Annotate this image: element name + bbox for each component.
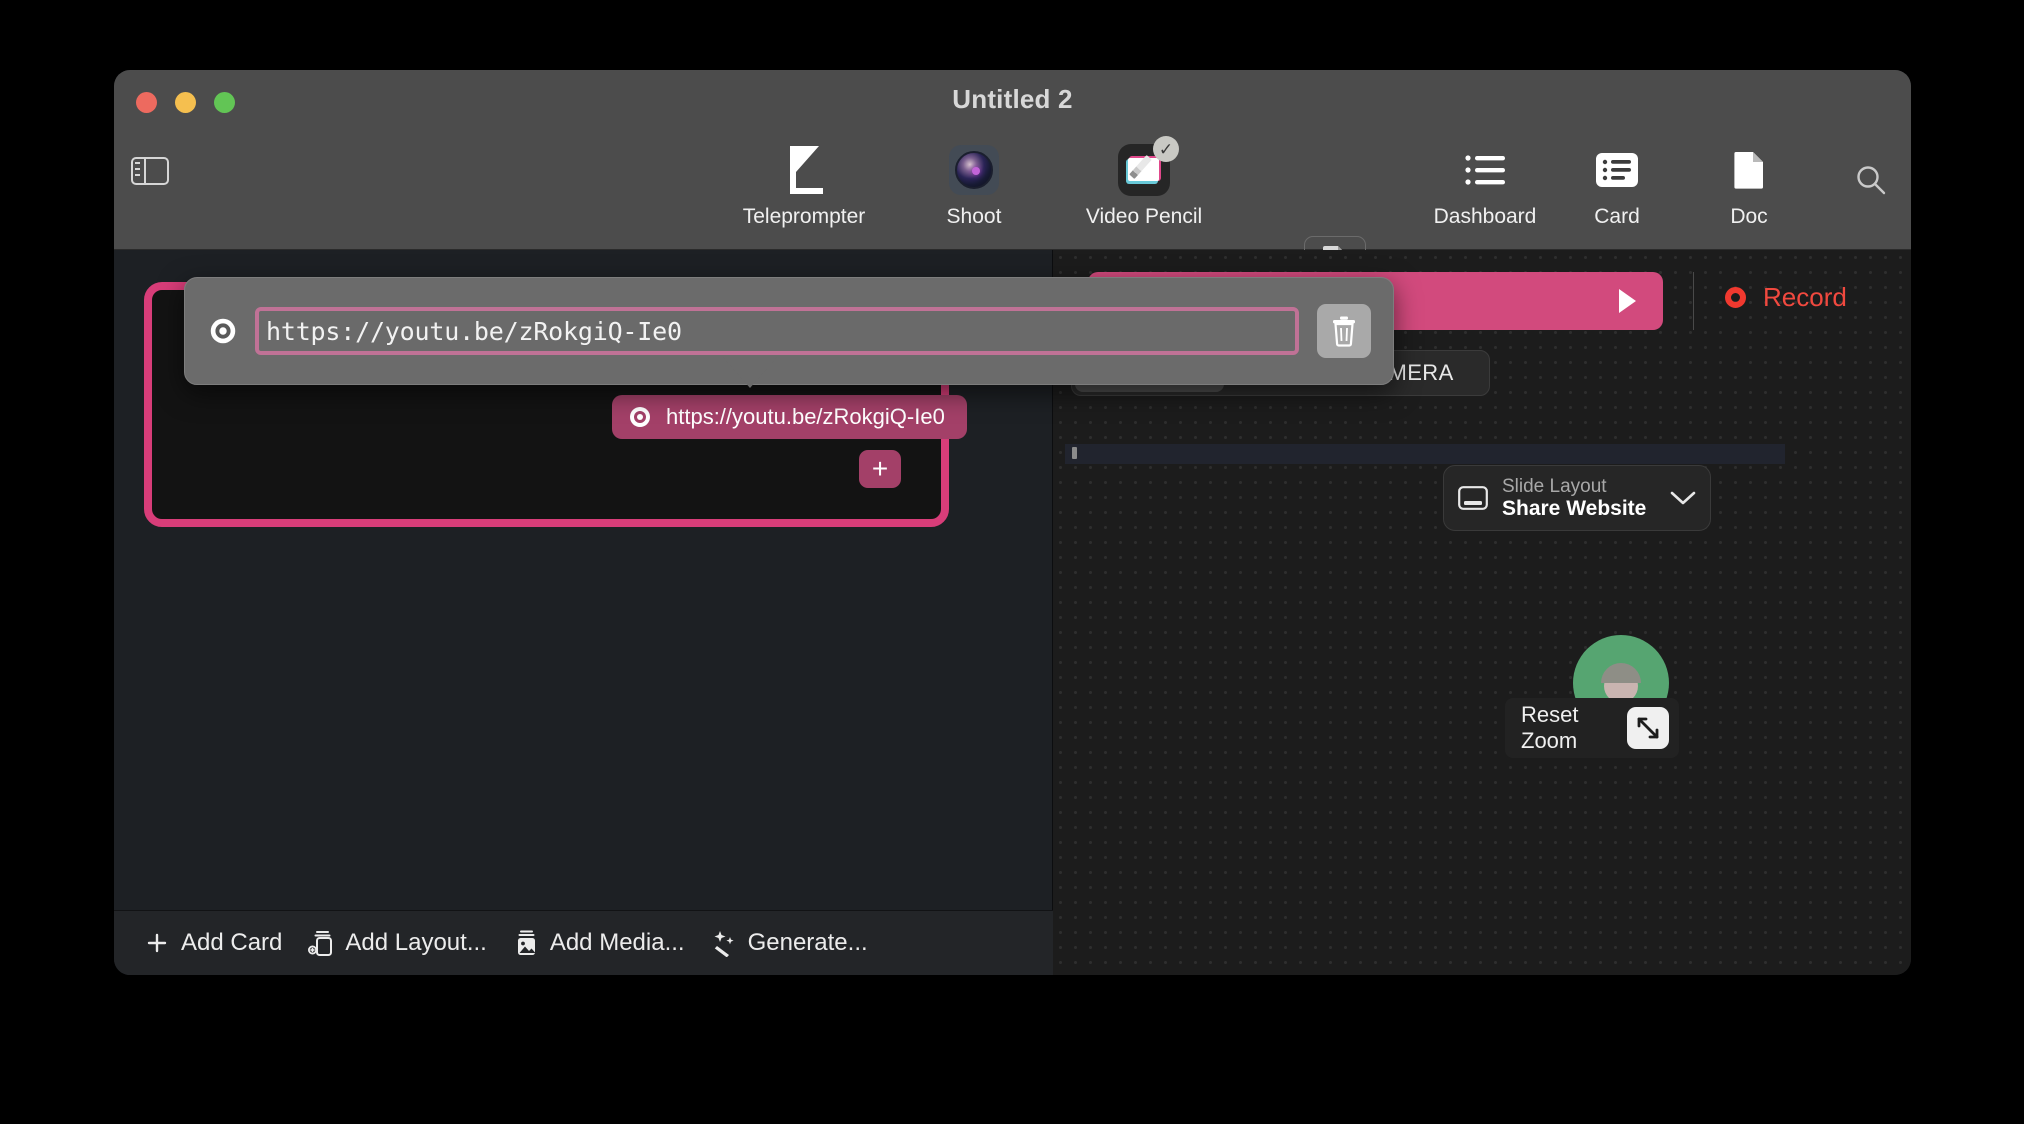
trash-icon [1330, 315, 1358, 347]
app-window: Untitled 2 Teleprompter [114, 70, 1911, 975]
delete-website-button[interactable] [1317, 304, 1371, 358]
generate-button[interactable]: Generate... [711, 929, 868, 957]
target-icon [628, 405, 652, 429]
generate-label: Generate... [748, 929, 868, 957]
add-media-button[interactable]: Add Media... [513, 929, 685, 957]
play-triangle-icon [1617, 288, 1637, 314]
reset-zoom-label: Reset Zoom [1521, 702, 1615, 754]
add-card-label: Add Card [181, 929, 282, 957]
toolbar-right-group: Dashboard Card [1423, 142, 1811, 229]
media-image-icon [513, 929, 539, 957]
sidebar-toggle-icon[interactable] [131, 157, 169, 185]
add-layout-label: Add Layout... [345, 929, 486, 957]
popover-tail [722, 356, 778, 388]
layout-icon [308, 929, 334, 957]
website-chip-label: https://youtu.be/zRokgiQ-Ie0 [666, 404, 945, 430]
check-badge-icon: ✓ [1153, 136, 1179, 162]
teleprompter-label: Teleprompter [743, 205, 866, 229]
toolbar-center-group: Teleprompter Shoot [734, 142, 1214, 229]
document-icon [1734, 142, 1764, 198]
chevron-down-icon [1670, 490, 1696, 506]
record-button[interactable]: Record [1725, 282, 1847, 313]
card-label: Card [1594, 205, 1640, 229]
shoot-label: Shoot [947, 205, 1002, 229]
doc-label: Doc [1730, 205, 1767, 229]
bottom-toolbar: Add Card Add Layout... [114, 910, 1053, 975]
slide-layout-text: Slide Layout Share Website [1502, 476, 1656, 521]
card-tool[interactable]: Card [1555, 142, 1679, 229]
slide-layout-dropdown[interactable]: Slide Layout Share Website [1443, 465, 1711, 531]
slide-layout-value: Share Website [1502, 497, 1656, 521]
divider [1693, 272, 1694, 330]
url-input-wrapper[interactable] [255, 307, 1299, 355]
reset-zoom-button[interactable] [1627, 707, 1669, 749]
slide-layout-icon [1458, 486, 1488, 510]
search-icon[interactable] [1851, 160, 1891, 200]
dashboard-tool[interactable]: Dashboard [1423, 142, 1547, 229]
reset-zoom-control[interactable]: Reset Zoom [1505, 698, 1679, 758]
window-body: https://youtu.be/zRokgiQ-Ie0 + [114, 250, 1911, 975]
screen: Untitled 2 Teleprompter [0, 0, 2024, 1124]
window-title: Untitled 2 [114, 84, 1911, 115]
slide-layout-caption: Slide Layout [1502, 476, 1656, 497]
video-pencil-label: Video Pencil [1086, 205, 1202, 229]
card-list-icon [1596, 142, 1638, 198]
shoot-tool[interactable]: Shoot [904, 142, 1044, 229]
add-card-button[interactable]: Add Card [144, 929, 282, 957]
card-add-button[interactable]: + [859, 450, 901, 488]
plus-icon [144, 929, 170, 957]
teleprompter-flag-icon [781, 142, 827, 198]
video-pencil-tool[interactable]: ✓ Video Pencil [1074, 142, 1214, 229]
teleprompter-tool[interactable]: Teleprompter [734, 142, 874, 229]
doc-tool[interactable]: Doc [1687, 142, 1811, 229]
website-chip[interactable]: https://youtu.be/zRokgiQ-Ie0 [612, 395, 967, 439]
expand-arrows-icon [1635, 715, 1661, 741]
sparkles-icon [711, 929, 737, 957]
dashboard-label: Dashboard [1434, 205, 1537, 229]
target-icon [209, 317, 237, 345]
record-label: Record [1763, 282, 1847, 313]
video-pencil-icon: ✓ [1118, 144, 1170, 196]
add-layout-button[interactable]: Add Layout... [308, 929, 486, 957]
website-url-popover [184, 277, 1394, 385]
card-editor-pane: https://youtu.be/zRokgiQ-Ie0 + [114, 250, 1053, 975]
record-dot-icon [1725, 287, 1746, 308]
toolbar: Untitled 2 Teleprompter [114, 70, 1911, 250]
add-media-label: Add Media... [550, 929, 685, 957]
url-input[interactable] [266, 317, 1288, 346]
list-bullets-icon [1464, 142, 1506, 198]
preview-website-bar [1065, 444, 1785, 464]
camera-lens-icon [949, 142, 999, 198]
